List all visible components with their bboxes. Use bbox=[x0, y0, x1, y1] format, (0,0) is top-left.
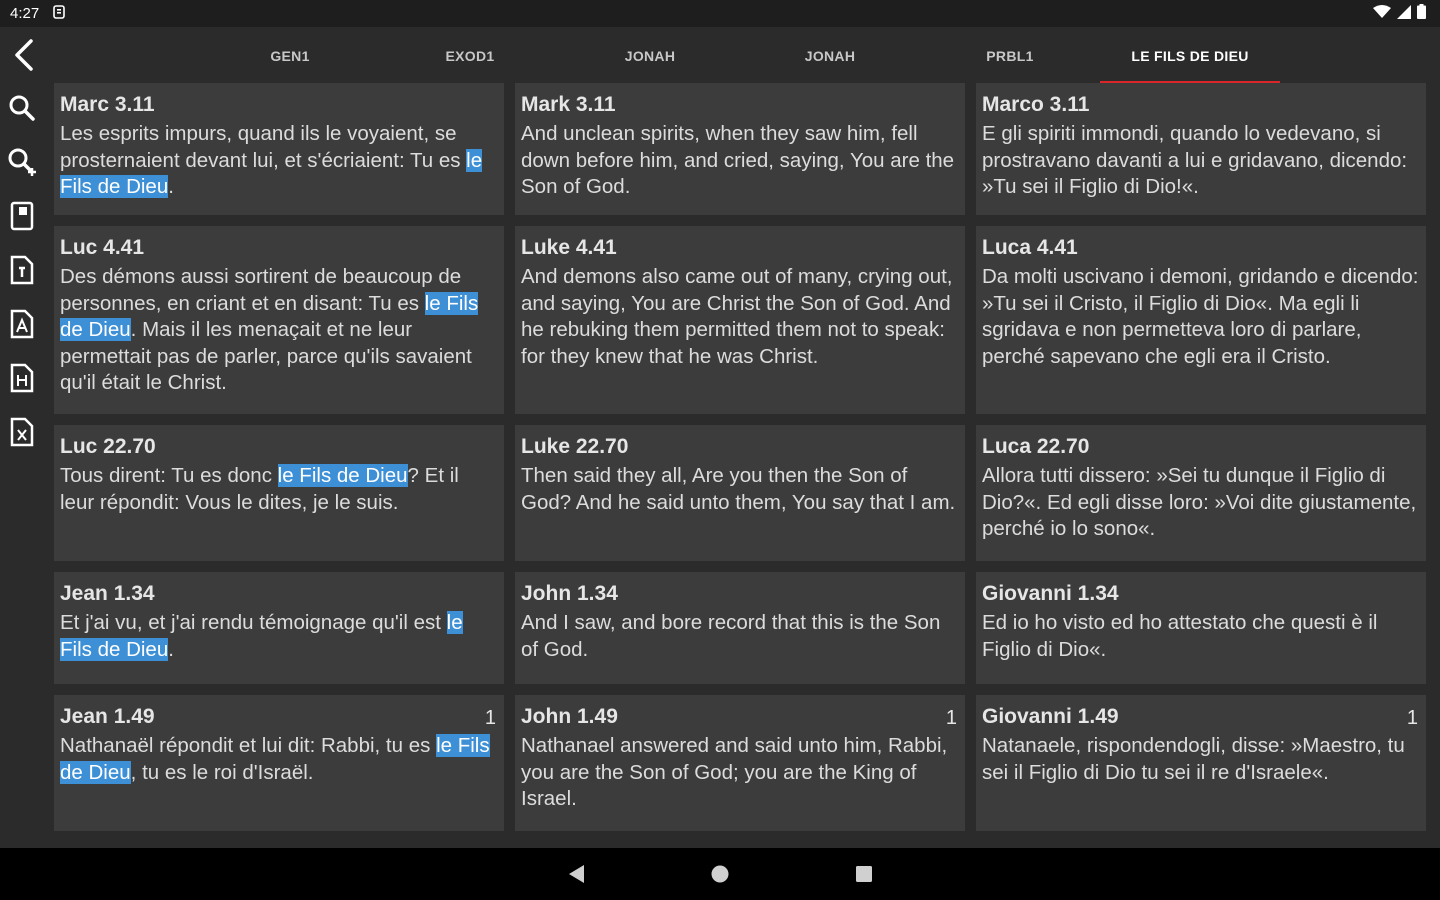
verse-card-en[interactable]: Luke 4.41 And demons also came out of ma… bbox=[515, 226, 965, 414]
verse-reference: Marco 3.11 bbox=[982, 93, 1090, 116]
document-x-button[interactable] bbox=[4, 414, 40, 450]
search-icon bbox=[9, 95, 35, 121]
verse-text: Then said they all, Are you then the Son… bbox=[521, 464, 956, 514]
verse-reference: Mark 3.11 bbox=[521, 93, 616, 116]
verse-text: Tous dirent: Tu es donc le Fils de Dieu?… bbox=[60, 464, 459, 514]
search-match-highlight: le Fils de Dieu bbox=[277, 464, 408, 487]
system-nav-bar bbox=[0, 848, 1440, 900]
circle-home-icon bbox=[711, 865, 729, 883]
document-x-icon bbox=[10, 417, 34, 447]
verse-text: Allora tutti dissero: »Sei tu dunque il … bbox=[982, 464, 1417, 540]
verse-card-en[interactable]: 1 John 1.49 Nathanael answered and said … bbox=[515, 695, 965, 831]
verse-reference: Luke 4.41 bbox=[521, 236, 617, 259]
verse-card-fr[interactable]: 1 Jean 1.49 Nathanaël répondit et lui di… bbox=[54, 695, 504, 831]
verse-reference: Jean 1.49 bbox=[60, 705, 155, 728]
match-count: 1 bbox=[1406, 707, 1418, 729]
verse-reference: John 1.49 bbox=[521, 705, 618, 728]
verse-card-it[interactable]: Luca 4.41 Da molti uscivano i demoni, gr… bbox=[976, 226, 1426, 414]
verse-text: Da molti uscivano i demoni, gridando e d… bbox=[982, 265, 1419, 368]
verse-text: E gli spiriti immondi, quando lo vedevan… bbox=[982, 122, 1408, 198]
verse-reference: Luc 4.41 bbox=[60, 236, 145, 259]
verse-card-fr[interactable]: Luc 4.41 Des démons aussi sortirent de b… bbox=[54, 226, 504, 414]
verse-text: And demons also came out of many, crying… bbox=[521, 265, 953, 368]
document-h-icon bbox=[10, 363, 34, 393]
battery-icon bbox=[1417, 4, 1426, 23]
document-h-button[interactable] bbox=[4, 360, 40, 396]
match-count: 1 bbox=[484, 707, 496, 729]
verse-text: Nathanaël répondit et lui dit: Rabbi, tu… bbox=[60, 734, 490, 784]
wifi-icon bbox=[1373, 4, 1391, 23]
search-add-icon bbox=[8, 148, 36, 176]
search-button[interactable] bbox=[4, 90, 40, 126]
back-button[interactable] bbox=[4, 35, 44, 75]
tab-exod1[interactable]: EXOD1 bbox=[380, 27, 560, 84]
tab-bar: GEN1 EXOD1 JONAH JONAH PRBL1 LE FILS DE … bbox=[200, 27, 1280, 84]
verse-text: Les esprits impurs, quand ils le voyaien… bbox=[60, 122, 483, 198]
status-bar: 4:27 bbox=[0, 0, 1440, 27]
signal-icon bbox=[1397, 4, 1411, 23]
tab-le-fils-de-dieu[interactable]: LE FILS DE DIEU bbox=[1100, 27, 1280, 84]
results-grid: Marc 3.11 Les esprits impurs, quand ils … bbox=[54, 83, 1428, 831]
file-icon bbox=[10, 255, 34, 285]
verse-text: Et j'ai vu, et j'ai rendu témoignage qu'… bbox=[60, 611, 463, 661]
verse-reference: Giovanni 1.34 bbox=[982, 582, 1119, 605]
notification-icon bbox=[53, 4, 66, 23]
verse-reference: Marc 3.11 bbox=[60, 93, 155, 116]
verse-reference: Luc 22.70 bbox=[60, 435, 156, 458]
verse-text: Ed io ho visto ed ho attestato che quest… bbox=[982, 611, 1378, 661]
tab-jonah-2[interactable]: JONAH bbox=[740, 27, 920, 84]
verse-card-en[interactable]: John 1.34 And I saw, and bore record tha… bbox=[515, 572, 965, 684]
verse-reference: John 1.34 bbox=[521, 582, 618, 605]
tab-jonah-1[interactable]: JONAH bbox=[560, 27, 740, 84]
tab-prbl1[interactable]: PRBL1 bbox=[920, 27, 1100, 84]
verse-text: And I saw, and bore record that this is … bbox=[521, 611, 941, 661]
file-button[interactable] bbox=[4, 252, 40, 288]
verse-text: Des démons aussi sortirent de beaucoup d… bbox=[60, 265, 479, 394]
triangle-back-icon bbox=[569, 865, 584, 883]
nav-recents-button[interactable] bbox=[792, 848, 936, 900]
search-add-button[interactable] bbox=[4, 144, 40, 180]
verse-reference: Jean 1.34 bbox=[60, 582, 155, 605]
match-count: 1 bbox=[945, 707, 957, 729]
status-time: 4:27 bbox=[10, 5, 40, 22]
verse-card-it[interactable]: Giovanni 1.34 Ed io ho visto ed ho attes… bbox=[976, 572, 1426, 684]
verse-card-en[interactable]: Mark 3.11 And unclean spirits, when they… bbox=[515, 83, 965, 215]
verse-text: And unclean spirits, when they saw him, … bbox=[521, 122, 955, 198]
verse-card-fr[interactable]: Marc 3.11 Les esprits impurs, quand ils … bbox=[54, 83, 504, 215]
book-button[interactable] bbox=[4, 198, 40, 234]
verse-reference: Luca 22.70 bbox=[982, 435, 1090, 458]
toolbar: GEN1 EXOD1 JONAH JONAH PRBL1 LE FILS DE … bbox=[0, 27, 1440, 84]
verse-reference: Giovanni 1.49 bbox=[982, 705, 1119, 728]
square-recents-icon bbox=[856, 866, 872, 882]
font-file-button[interactable] bbox=[4, 306, 40, 342]
tab-gen1[interactable]: GEN1 bbox=[200, 27, 380, 84]
nav-home-button[interactable] bbox=[648, 848, 792, 900]
verse-card-it[interactable]: Marco 3.11 E gli spiriti immondi, quando… bbox=[976, 83, 1426, 215]
sidebar bbox=[0, 84, 44, 848]
nav-back-button[interactable] bbox=[504, 848, 648, 900]
verse-card-fr[interactable]: Jean 1.34 Et j'ai vu, et j'ai rendu témo… bbox=[54, 572, 504, 684]
book-icon bbox=[10, 201, 34, 231]
verse-text: Nathanael answered and said unto him, Ra… bbox=[521, 734, 948, 810]
arrow-back-icon bbox=[15, 39, 33, 71]
verse-card-fr[interactable]: Luc 22.70 Tous dirent: Tu es donc le Fil… bbox=[54, 425, 504, 561]
verse-card-it[interactable]: Luca 22.70 Allora tutti dissero: »Sei tu… bbox=[976, 425, 1426, 561]
verse-text: Natanaele, rispondendogli, disse: »Maest… bbox=[982, 734, 1405, 784]
verse-reference: Luke 22.70 bbox=[521, 435, 629, 458]
verse-reference: Luca 4.41 bbox=[982, 236, 1078, 259]
verse-card-en[interactable]: Luke 22.70 Then said they all, Are you t… bbox=[515, 425, 965, 561]
verse-card-it[interactable]: 1 Giovanni 1.49 Natanaele, rispondendogl… bbox=[976, 695, 1426, 831]
font-file-icon bbox=[10, 309, 34, 339]
